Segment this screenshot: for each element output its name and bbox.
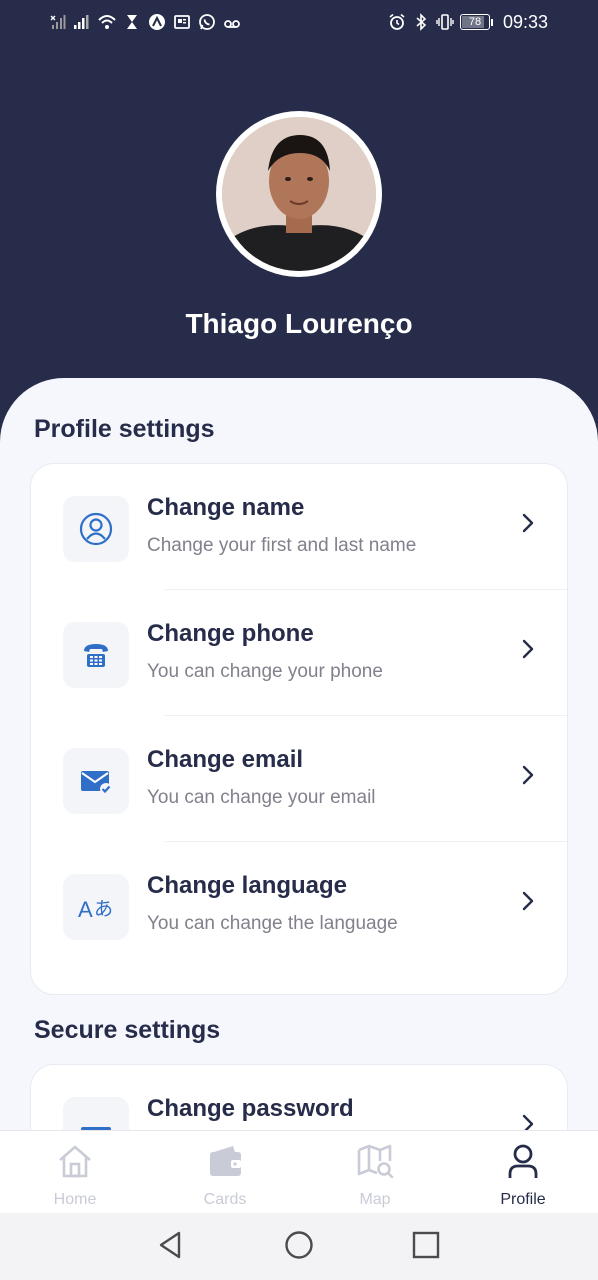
person-icon bbox=[508, 1144, 538, 1178]
hourglass-icon bbox=[127, 15, 137, 29]
profile-settings-card: Change name Change your first and last n… bbox=[30, 463, 568, 995]
chevron-right-icon bbox=[522, 765, 534, 785]
svg-text:A: A bbox=[78, 897, 93, 922]
back-icon[interactable] bbox=[155, 1229, 187, 1261]
signal-icon bbox=[74, 15, 89, 29]
change-email-title: Change email bbox=[147, 746, 304, 773]
change-language-icon-box: Aあ bbox=[63, 874, 129, 940]
bluetooth-icon bbox=[416, 13, 427, 31]
home-icon bbox=[59, 1145, 91, 1178]
map-search-icon bbox=[357, 1144, 394, 1179]
change-phone-subtitle: You can change your phone bbox=[147, 661, 383, 682]
bottom-nav: Home Cards Map Profile bbox=[0, 1130, 598, 1213]
nav-home-label: Home bbox=[53, 1191, 97, 1208]
user-name: Thiago Lourenço bbox=[185, 308, 413, 339]
settings-sheet[interactable]: Profile settings Change name Change your… bbox=[0, 378, 598, 1138]
change-phone-item[interactable]: Change phone You can change your phone bbox=[31, 590, 567, 716]
status-right-icons: 78 09:33 bbox=[388, 12, 548, 32]
change-email-icon-box bbox=[63, 748, 129, 814]
avatar-frame[interactable] bbox=[216, 111, 382, 277]
system-nav-bar bbox=[0, 1213, 598, 1280]
change-name-icon-box bbox=[63, 496, 129, 562]
avatar-image bbox=[222, 117, 376, 271]
change-name-title: Change name bbox=[147, 494, 305, 521]
whatsapp-icon bbox=[199, 14, 215, 30]
nav-map-label: Map bbox=[359, 1191, 391, 1208]
chevron-right-icon bbox=[522, 639, 534, 659]
news-icon bbox=[174, 15, 190, 29]
status-bar: 78 09:33 bbox=[0, 0, 598, 44]
change-language-title: Change language bbox=[147, 872, 348, 899]
change-name-subtitle: Change your first and last name bbox=[147, 535, 417, 556]
svg-text:あ: あ bbox=[94, 898, 113, 920]
change-email-subtitle: You can change your email bbox=[147, 787, 376, 808]
no-sim-signal-icon bbox=[50, 15, 66, 29]
nav-profile-label: Profile bbox=[500, 1191, 546, 1208]
change-name-item[interactable]: Change name Change your first and last n… bbox=[31, 464, 567, 590]
nav-map[interactable]: Map bbox=[300, 1131, 450, 1214]
chevron-right-icon bbox=[522, 891, 534, 911]
email-check-icon bbox=[81, 771, 112, 795]
status-time: 09:33 bbox=[502, 11, 548, 32]
profile-settings-title: Profile settings bbox=[34, 415, 215, 443]
battery-icon: 78 bbox=[459, 14, 493, 30]
nav-home[interactable]: Home bbox=[0, 1131, 150, 1214]
wifi-icon bbox=[98, 15, 116, 29]
change-language-item[interactable]: Aあ Change language You can change the la… bbox=[31, 842, 567, 968]
translate-icon: Aあ bbox=[78, 897, 113, 922]
nav-profile[interactable]: Profile bbox=[448, 1131, 598, 1214]
alarm-icon bbox=[389, 13, 405, 30]
phone-icon bbox=[84, 644, 108, 667]
voicemail-icon bbox=[224, 20, 240, 28]
change-password-item[interactable]: Change password bbox=[31, 1065, 567, 1138]
change-password-title: Change password bbox=[147, 1095, 354, 1122]
recents-icon[interactable] bbox=[410, 1229, 442, 1261]
app-a-icon bbox=[149, 14, 165, 30]
chevron-right-icon bbox=[522, 513, 534, 533]
change-phone-icon-box bbox=[63, 622, 129, 688]
battery-percent: 78 bbox=[468, 16, 482, 28]
home-circle-icon[interactable] bbox=[283, 1229, 315, 1261]
user-icon bbox=[79, 512, 113, 546]
secure-settings-title: Secure settings bbox=[34, 1016, 221, 1044]
avatar[interactable] bbox=[222, 117, 376, 271]
change-language-subtitle: You can change the language bbox=[147, 913, 398, 934]
vibrate-icon bbox=[436, 14, 454, 30]
change-phone-title: Change phone bbox=[147, 620, 314, 647]
status-left-icons bbox=[48, 12, 241, 32]
nav-cards[interactable]: Cards bbox=[150, 1131, 300, 1214]
nav-cards-label: Cards bbox=[203, 1191, 247, 1208]
wallet-icon bbox=[210, 1146, 241, 1176]
change-email-item[interactable]: Change email You can change your email bbox=[31, 716, 567, 842]
secure-settings-card: Change password bbox=[30, 1064, 568, 1138]
